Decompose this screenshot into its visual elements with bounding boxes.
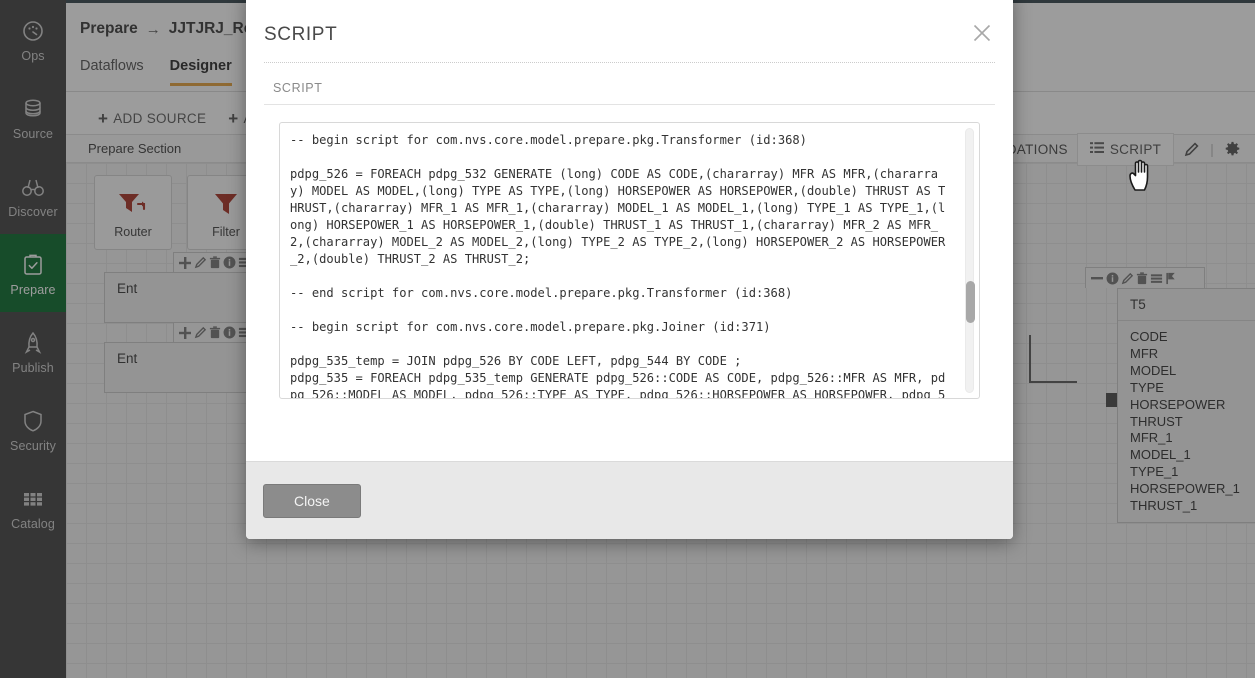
script-field-label: SCRIPT <box>273 81 323 95</box>
modal-footer: Close <box>246 461 1013 539</box>
script-scrollbar[interactable] <box>965 128 975 393</box>
modal-body: -- begin script for com.nvs.core.model.p… <box>246 105 1013 461</box>
modal-title: SCRIPT <box>264 24 338 45</box>
script-textarea[interactable]: -- begin script for com.nvs.core.model.p… <box>280 123 979 398</box>
modal-header: SCRIPT <box>246 0 1013 62</box>
close-icon[interactable] <box>969 20 995 46</box>
close-button[interactable]: Close <box>263 483 361 518</box>
script-textarea-wrapper[interactable]: -- begin script for com.nvs.core.model.p… <box>279 122 980 399</box>
script-scroll-thumb[interactable] <box>966 281 975 323</box>
application-window: Ops Source Discover Prepare Publish Secu… <box>0 0 1255 678</box>
script-modal: SCRIPT SCRIPT -- begin script for com.nv… <box>246 0 1013 539</box>
